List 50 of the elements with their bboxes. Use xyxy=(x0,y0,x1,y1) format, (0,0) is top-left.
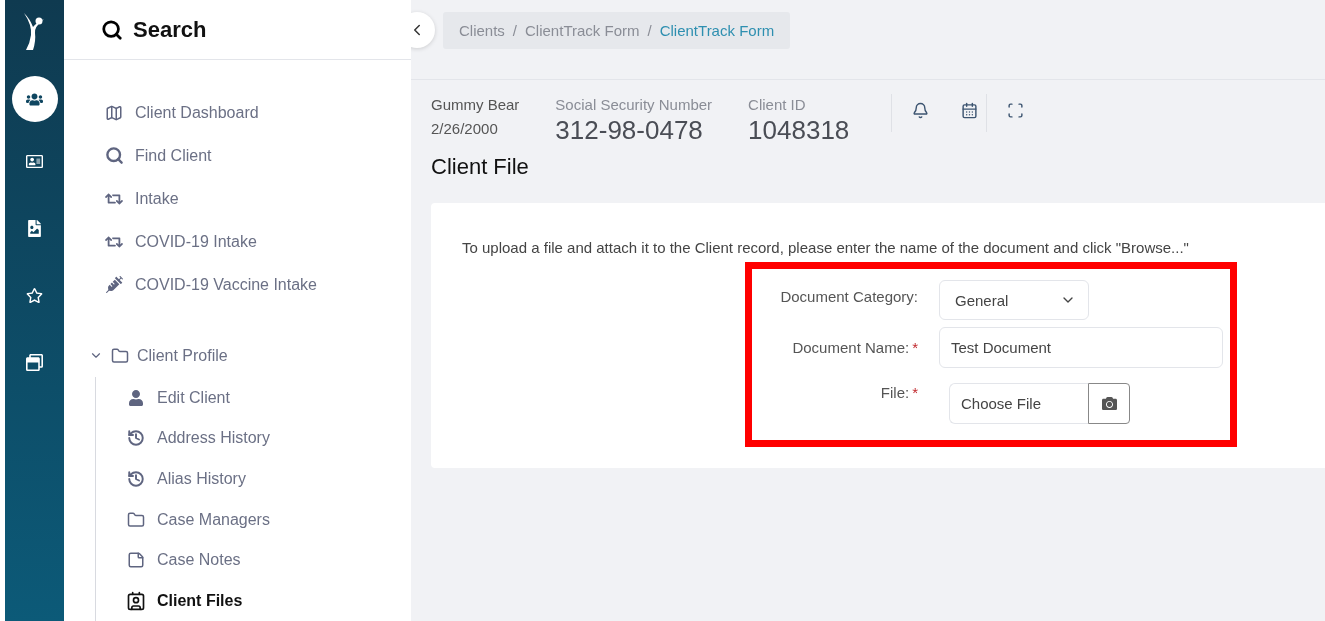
category-select[interactable]: General xyxy=(939,280,1089,320)
folder-icon xyxy=(109,346,131,365)
field-label: Document Name: * xyxy=(791,339,918,356)
ssn-label: Social Security Number xyxy=(555,95,713,115)
instruction-text: To upload a file and attach it to the Client record, please enter the name of the document and click "Browse..." xyxy=(462,239,1190,256)
folder-icon xyxy=(125,510,147,529)
sidebar-item[interactable]: Alias History xyxy=(157,469,246,488)
sidebar-item[interactable]: Case Notes xyxy=(157,551,241,570)
sidebar-item[interactable]: Client Dashboard xyxy=(135,103,259,122)
client-name: Gummy Bear xyxy=(431,95,520,115)
search-icon xyxy=(103,146,125,166)
sidebar-group[interactable]: Client Profile xyxy=(137,346,228,365)
breadcrumb-link[interactable]: Clients xyxy=(459,22,505,39)
client-id-value: 1048318 xyxy=(748,115,850,145)
client-id-label: Client ID xyxy=(748,95,807,115)
history-icon xyxy=(125,469,147,488)
document-icon xyxy=(26,219,43,237)
fullscreen-icon[interactable] xyxy=(1007,102,1025,119)
sidebar-item[interactable]: COVID-19 Vaccine Intake xyxy=(135,275,317,294)
sidebar-title: Search xyxy=(133,16,207,43)
breadcrumb-link[interactable]: ClientTrack Form xyxy=(525,22,640,39)
windows-icon xyxy=(26,353,43,371)
choose-file-button[interactable]: Choose File xyxy=(949,383,1088,424)
sidebar-item[interactable]: Find Client xyxy=(135,146,212,165)
sidebar-item[interactable]: Case Managers xyxy=(157,510,270,529)
breadcrumb-separator: / xyxy=(647,22,652,39)
sidebar-item[interactable]: COVID-19 Intake xyxy=(135,232,257,251)
calendar-icon[interactable] xyxy=(961,102,979,119)
camera-icon xyxy=(1101,396,1117,411)
sidebar-item[interactable]: Client Files xyxy=(157,591,243,610)
search-icon xyxy=(101,18,123,41)
sidebar-item[interactable]: Intake xyxy=(135,189,179,208)
camera-button[interactable] xyxy=(1088,383,1130,424)
history-icon xyxy=(125,429,147,448)
document-name-field[interactable]: Test Document xyxy=(939,327,1223,368)
bell-icon[interactable] xyxy=(912,102,930,119)
sidebar-item[interactable]: Address History xyxy=(157,429,270,448)
syringe-icon xyxy=(103,276,125,294)
field-label: File: * xyxy=(879,383,918,401)
sidebar-item[interactable]: Edit Client xyxy=(157,388,230,407)
page-title: Client File xyxy=(431,154,530,180)
breadcrumb-link[interactable]: ClientTrack Form xyxy=(659,22,775,39)
field-label: Document Category: xyxy=(779,288,918,305)
star-icon xyxy=(26,286,43,304)
id-card-icon xyxy=(26,152,43,170)
breadcrumb-separator: / xyxy=(512,22,518,39)
client-birthdate: 2/26/2000 xyxy=(431,119,499,139)
rail-people-button[interactable] xyxy=(11,76,58,122)
ssn-value: 312-98-0478 xyxy=(555,115,704,145)
contact-card-icon xyxy=(125,590,147,611)
